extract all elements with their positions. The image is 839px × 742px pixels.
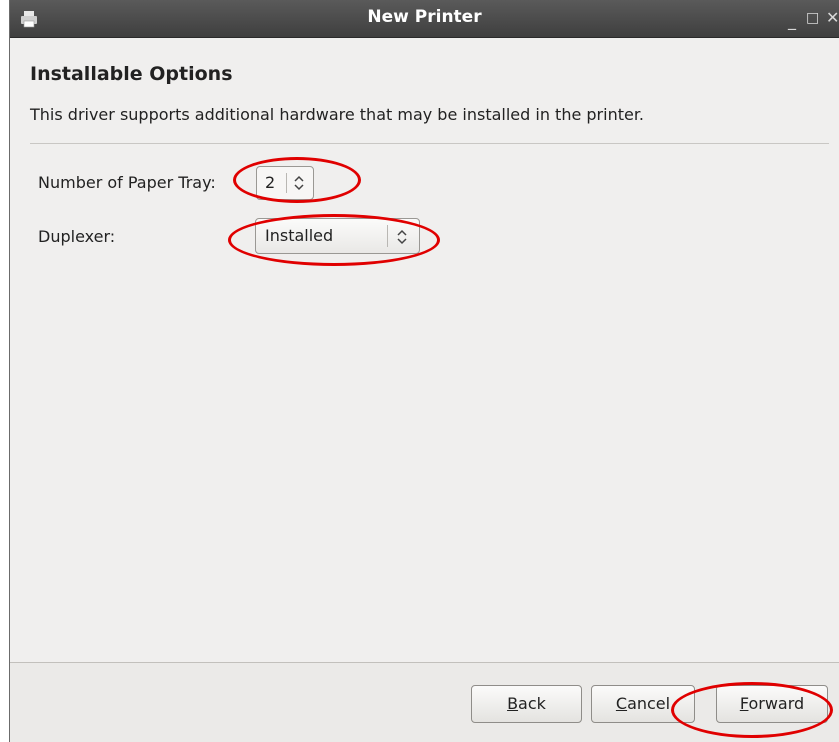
window-title: New Printer bbox=[367, 7, 482, 27]
cancel-label: ancel bbox=[627, 694, 671, 713]
duplexer-value: Installed bbox=[265, 226, 334, 245]
spinner-divider bbox=[286, 173, 287, 193]
new-printer-dialog: New Printer _ □ ✕ Installable Options Th… bbox=[9, 0, 839, 742]
paper-tray-spinner[interactable]: 2 bbox=[256, 166, 314, 200]
up-down-arrows-icon bbox=[396, 227, 408, 251]
duplexer-label: Duplexer: bbox=[38, 227, 116, 246]
page-title: Installable Options bbox=[30, 63, 233, 85]
forward-label: orward bbox=[748, 694, 805, 713]
forward-button[interactable]: Forward bbox=[716, 685, 828, 723]
combo-divider bbox=[387, 225, 388, 247]
cancel-button[interactable]: Cancel bbox=[591, 685, 695, 723]
page-description: This driver supports additional hardware… bbox=[30, 105, 645, 124]
paper-tray-value[interactable]: 2 bbox=[265, 173, 275, 192]
back-mnemonic: B bbox=[507, 694, 519, 713]
cancel-mnemonic: C bbox=[615, 694, 628, 713]
close-icon[interactable]: ✕ bbox=[826, 9, 839, 27]
duplexer-select[interactable]: Installed bbox=[255, 218, 420, 254]
maximize-icon[interactable]: □ bbox=[806, 9, 819, 27]
back-label: ack bbox=[518, 694, 546, 713]
up-down-arrows-icon[interactable] bbox=[293, 173, 305, 197]
button-bar bbox=[10, 663, 839, 742]
minimize-icon[interactable]: _ bbox=[788, 12, 796, 30]
title-bar[interactable]: New Printer _ □ ✕ bbox=[10, 0, 839, 38]
divider bbox=[30, 143, 829, 144]
paper-tray-label: Number of Paper Tray: bbox=[38, 173, 216, 192]
back-button[interactable]: Back bbox=[471, 685, 582, 723]
